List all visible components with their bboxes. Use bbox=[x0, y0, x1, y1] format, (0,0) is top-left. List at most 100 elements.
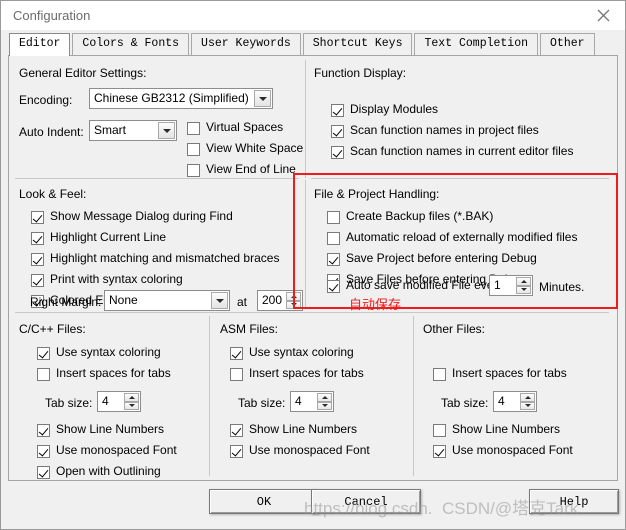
autosave-annotation-text: 自动保存 bbox=[349, 298, 402, 313]
spinner-up-icon[interactable] bbox=[286, 292, 301, 301]
asm-tab-size-label: Tab size: bbox=[238, 396, 286, 410]
tab-colors-fonts[interactable]: Colors & Fonts bbox=[72, 33, 190, 55]
spinner-up-icon[interactable] bbox=[124, 393, 139, 402]
checkbox-box[interactable] bbox=[327, 253, 340, 266]
right-margin-at-value: 200 bbox=[262, 293, 283, 307]
dialog-footer: OK Cancel Help bbox=[1, 481, 625, 529]
checkbox-label: Use monospaced Font bbox=[56, 443, 177, 457]
checkbox-box[interactable] bbox=[433, 424, 446, 437]
editor-settings-panel: General Editor Settings: Encoding: Chine… bbox=[8, 55, 618, 481]
horizontal-divider-2 bbox=[15, 312, 609, 313]
checkbox-label: Insert spaces for tabs bbox=[249, 366, 364, 380]
vertical-divider-bottom-1 bbox=[209, 316, 210, 476]
spinner-down-icon[interactable] bbox=[124, 401, 139, 410]
c-tab-size-label: Tab size: bbox=[45, 396, 93, 410]
checkbox-box[interactable] bbox=[331, 146, 344, 159]
tab-user-keywords[interactable]: User Keywords bbox=[191, 33, 301, 55]
spinner-down-icon[interactable] bbox=[520, 401, 535, 410]
spinner-up-icon[interactable] bbox=[317, 393, 332, 402]
c-tab-size-spinner[interactable]: 4 bbox=[97, 391, 141, 412]
checkbox-label: Insert spaces for tabs bbox=[452, 366, 567, 380]
checkbox-label: Open with Outlining bbox=[56, 464, 161, 478]
tab-strip: Editor Colors & Fonts User Keywords Shor… bbox=[1, 30, 625, 56]
general-editor-settings-label: General Editor Settings: bbox=[19, 66, 147, 80]
chevron-down-icon[interactable] bbox=[211, 292, 228, 309]
checkbox-label: Use syntax coloring bbox=[56, 345, 161, 359]
checkbox-box[interactable] bbox=[331, 125, 344, 138]
checkbox-label: Automatic reload of externally modified … bbox=[346, 230, 578, 244]
checkbox-label: Save Project before entering Debug bbox=[346, 251, 537, 265]
asm-tab-size-spinner[interactable]: 4 bbox=[290, 391, 334, 412]
right-margin-combobox[interactable]: None bbox=[104, 290, 230, 311]
encoding-combobox[interactable]: Chinese GB2312 (Simplified) bbox=[89, 88, 273, 109]
asm-tab-size-value: 4 bbox=[295, 394, 302, 408]
checkbox-box[interactable] bbox=[31, 211, 44, 224]
right-margin-at-label: at bbox=[237, 295, 248, 309]
auto-save-minutes-spinner[interactable]: 1 bbox=[489, 275, 533, 296]
spinner-down-icon[interactable] bbox=[317, 401, 332, 410]
checkbox-label: Highlight matching and mismatched braces bbox=[50, 251, 280, 265]
spinner-up-icon[interactable] bbox=[520, 393, 535, 402]
auto-indent-combobox[interactable]: Smart bbox=[89, 120, 177, 141]
checkbox-label: Auto save modified File every bbox=[346, 278, 504, 292]
checkbox-label: Use syntax coloring bbox=[249, 345, 354, 359]
checkbox-label: View End of Line bbox=[206, 162, 296, 176]
right-margin-at-spinner[interactable]: 200 bbox=[257, 290, 303, 311]
close-icon[interactable] bbox=[581, 1, 625, 30]
checkbox-label: Scan function names in current editor fi… bbox=[350, 144, 574, 158]
checkbox-label: Highlight Current Line bbox=[50, 230, 167, 244]
spinner-down-icon[interactable] bbox=[286, 300, 301, 309]
spinner-up-icon[interactable] bbox=[516, 277, 531, 286]
window-title: Configuration bbox=[13, 8, 91, 23]
encoding-value: Chinese GB2312 (Simplified) bbox=[94, 91, 249, 105]
checkbox-box[interactable] bbox=[433, 368, 446, 381]
ok-button[interactable]: OK bbox=[209, 489, 319, 514]
tab-text-completion[interactable]: Text Completion bbox=[414, 33, 539, 55]
tab-other[interactable]: Other bbox=[540, 33, 595, 55]
checkbox-box[interactable] bbox=[37, 424, 50, 437]
other-tab-size-value: 4 bbox=[498, 394, 505, 408]
checkbox-box[interactable] bbox=[230, 445, 243, 458]
c-cpp-files-label: C/C++ Files: bbox=[19, 322, 86, 336]
vertical-divider-mid bbox=[305, 180, 306, 308]
checkbox-box[interactable] bbox=[327, 232, 340, 245]
vertical-divider-bottom-2 bbox=[413, 316, 414, 476]
checkbox-box[interactable] bbox=[187, 164, 200, 177]
chevron-down-icon[interactable] bbox=[254, 90, 271, 107]
tab-shortcut-keys[interactable]: Shortcut Keys bbox=[302, 33, 413, 55]
checkbox-box[interactable] bbox=[37, 347, 50, 360]
checkbox-box[interactable] bbox=[331, 104, 344, 117]
checkbox-box[interactable] bbox=[31, 274, 44, 287]
tab-editor[interactable]: Editor bbox=[9, 33, 71, 56]
checkbox-box[interactable] bbox=[327, 280, 340, 293]
checkbox-label: Show Message Dialog during Find bbox=[50, 209, 233, 223]
checkbox-label: Display Modules bbox=[350, 102, 439, 116]
checkbox-box[interactable] bbox=[230, 424, 243, 437]
asm-files-label: ASM Files: bbox=[220, 322, 279, 336]
checkbox-box[interactable] bbox=[230, 347, 243, 360]
checkbox-label: View White Space bbox=[206, 141, 304, 155]
checkbox-box[interactable] bbox=[433, 445, 446, 458]
checkbox-box[interactable] bbox=[31, 253, 44, 266]
configuration-dialog: Configuration Editor Colors & Fonts User… bbox=[0, 0, 626, 530]
other-tab-size-label: Tab size: bbox=[441, 396, 489, 410]
horizontal-divider-right-1 bbox=[311, 178, 609, 179]
checkbox-box[interactable] bbox=[31, 232, 44, 245]
checkbox-box[interactable] bbox=[37, 466, 50, 479]
auto-save-minutes-value: 1 bbox=[494, 278, 501, 292]
checkbox-box[interactable] bbox=[187, 122, 200, 135]
checkbox-box[interactable] bbox=[37, 445, 50, 458]
other-tab-size-spinner[interactable]: 4 bbox=[493, 391, 537, 412]
help-button[interactable]: Help bbox=[529, 489, 619, 514]
checkbox-label: Show Line Numbers bbox=[249, 422, 358, 436]
checkbox-box[interactable] bbox=[327, 211, 340, 224]
chevron-down-icon[interactable] bbox=[158, 122, 175, 139]
checkbox-label: Scan function names in project files bbox=[350, 123, 539, 137]
cancel-button[interactable]: Cancel bbox=[311, 489, 421, 514]
auto-indent-label: Auto Indent: bbox=[19, 125, 84, 139]
checkbox-label: Insert spaces for tabs bbox=[56, 366, 171, 380]
checkbox-box[interactable] bbox=[187, 143, 200, 156]
checkbox-box[interactable] bbox=[230, 368, 243, 381]
checkbox-box[interactable] bbox=[37, 368, 50, 381]
spinner-down-icon[interactable] bbox=[516, 285, 531, 294]
